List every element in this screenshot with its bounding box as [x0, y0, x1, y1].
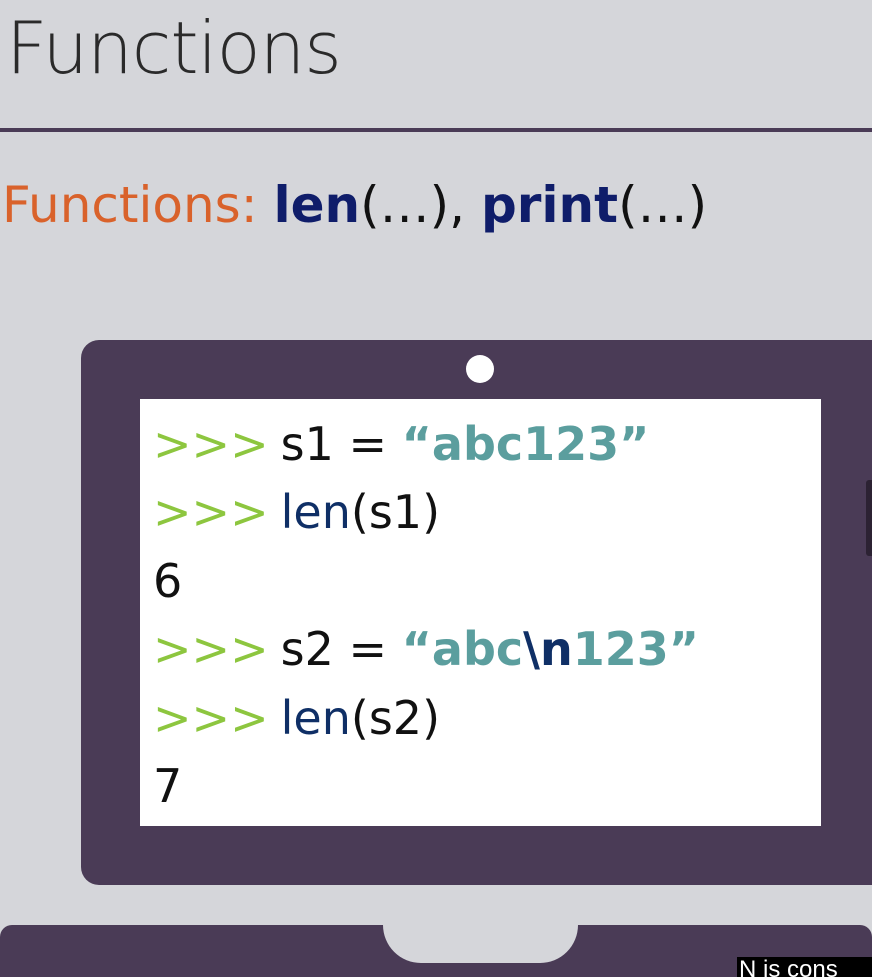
slide-title: Functions: [6, 6, 342, 90]
caption-overlay: N is cons: [737, 957, 872, 977]
webcam-icon: [466, 355, 494, 383]
terminal-output: 7: [153, 763, 182, 809]
prompt: >>>: [153, 622, 269, 676]
prompt: >>>: [153, 485, 269, 539]
code-args: (s2): [350, 691, 441, 745]
laptop-side-notch: [866, 480, 872, 556]
code-args: (s1): [350, 485, 441, 539]
terminal-window: >>> s1 = “abc123” >>> len(s1) 6 >>> s2 = “a…: [140, 399, 821, 826]
terminal-line: >>> s2 = “abc\n123”: [153, 626, 699, 672]
string-literal: “abc123”: [401, 417, 650, 471]
code-function: len: [280, 691, 351, 745]
subtitle-function-print: print: [480, 176, 619, 234]
output-value: 6: [153, 554, 183, 608]
code-function: len: [280, 485, 351, 539]
subtitle-args-len: (…),: [360, 176, 466, 234]
subtitle-label: Functions:: [2, 176, 258, 234]
escape-sequence: \n: [523, 622, 573, 676]
code-assignment: s1 =: [280, 417, 402, 471]
prompt: >>>: [153, 417, 269, 471]
laptop-base-notch: [383, 925, 578, 963]
subtitle: Functions: len(…), print(…): [2, 180, 707, 230]
prompt: >>>: [153, 691, 269, 745]
terminal-line: >>> s1 = “abc123”: [153, 421, 649, 467]
terminal-output: 6: [153, 558, 182, 604]
title-divider: [0, 128, 872, 132]
string-literal: 123”: [572, 622, 699, 676]
terminal-line: >>> len(s2): [153, 695, 440, 741]
subtitle-function-len: len: [273, 176, 361, 234]
terminal-line: >>> len(s1): [153, 489, 440, 535]
subtitle-args-print: (…): [618, 176, 708, 234]
output-value: 7: [153, 759, 183, 813]
code-assignment: s2 =: [280, 622, 402, 676]
string-literal: “abc: [401, 622, 524, 676]
